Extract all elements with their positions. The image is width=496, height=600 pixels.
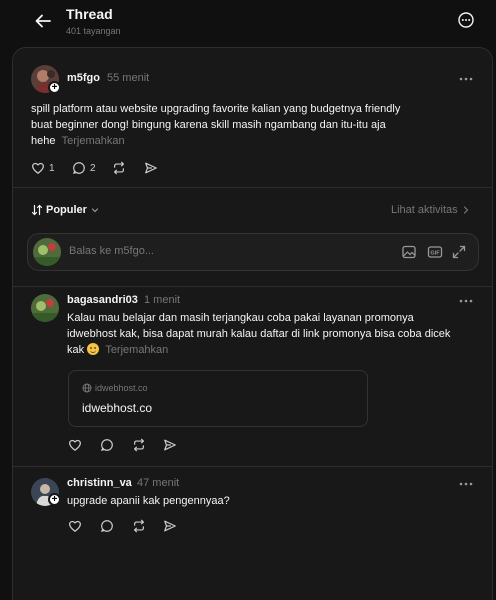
svg-text:GIF: GIF	[430, 251, 440, 257]
reply-composer: GIF	[27, 233, 479, 271]
reply-more-icon[interactable]	[458, 479, 474, 489]
post-text-line3: hehe Terjemahkan	[31, 133, 125, 149]
send-icon	[164, 439, 176, 451]
reply-share-button[interactable]	[163, 519, 177, 533]
back-arrow-icon[interactable]	[33, 11, 53, 31]
thread-panel: + m5fgo 55 menit spill platform atau web…	[12, 47, 493, 600]
like-count: 1	[49, 162, 55, 174]
reply-text-line3-content: kak	[67, 344, 85, 356]
divider	[13, 286, 492, 287]
view-activity-label: Lihat aktivitas	[391, 204, 458, 216]
grin-emoji-icon	[87, 343, 100, 355]
heart-icon	[69, 520, 81, 532]
post-username[interactable]: m5fgo	[67, 72, 100, 84]
more-options-icon[interactable]	[457, 11, 475, 29]
share-button[interactable]	[144, 161, 158, 175]
comment-icon	[101, 520, 113, 532]
reply-comment-button[interactable]	[100, 438, 114, 452]
reply-share-button[interactable]	[163, 438, 177, 452]
reply-repost-button[interactable]	[132, 519, 146, 533]
like-button[interactable]: 1	[31, 161, 55, 175]
view-activity-link[interactable]: Lihat aktivitas	[391, 204, 470, 216]
globe-icon	[82, 383, 92, 393]
comment-icon	[101, 439, 113, 451]
link-domain: idwebhost.co	[95, 383, 148, 393]
post-text-line3-content: hehe	[31, 135, 56, 147]
reply-like-button[interactable]	[68, 519, 82, 533]
post-more-icon[interactable]	[458, 74, 474, 84]
reply-repost-button[interactable]	[132, 438, 146, 452]
repost-button[interactable]	[112, 161, 126, 175]
composer-avatar	[33, 238, 61, 266]
gif-icon[interactable]: GIF	[427, 244, 443, 260]
post-text-line2: buat beginner dong! bingung karena skill…	[31, 119, 386, 131]
send-icon	[145, 162, 157, 174]
heart-icon	[32, 162, 44, 174]
reply-input[interactable]	[69, 245, 389, 257]
post-text-line1: spill platform atau website upgrading fa…	[31, 103, 401, 115]
reply-like-button[interactable]	[68, 438, 82, 452]
repost-icon	[134, 438, 144, 452]
view-count: 401 tayangan	[66, 26, 121, 36]
comment-icon	[73, 162, 85, 174]
reply-text-line1: upgrade apanii kak pengennyaa?	[67, 495, 230, 507]
reply-time: 47 menit	[137, 477, 180, 489]
send-icon	[164, 520, 176, 532]
chevron-right-icon	[463, 206, 469, 214]
expand-icon[interactable]	[451, 244, 467, 260]
reply-text-line2: idwebhost kak, bisa dapat murah kalau da…	[67, 328, 451, 340]
reply-avatar[interactable]	[31, 294, 59, 322]
image-icon[interactable]	[401, 244, 417, 260]
divider	[13, 187, 492, 188]
reply-username[interactable]: bagasandri03	[67, 294, 138, 306]
reply-text-line3: kak Terjemahkan	[67, 342, 168, 358]
reply-more-icon[interactable]	[458, 296, 474, 306]
reply-text-line1: Kalau mau belajar dan masih terjangkau c…	[67, 312, 414, 324]
translate-link[interactable]: Terjemahkan	[105, 344, 168, 356]
follow-plus-icon[interactable]: +	[48, 81, 61, 94]
reply-username[interactable]: christinn_va	[67, 477, 132, 489]
comment-count: 2	[90, 162, 96, 174]
comment-button[interactable]: 2	[72, 161, 96, 175]
page-title: Thread	[66, 6, 113, 22]
post-time: 55 menit	[107, 72, 150, 84]
divider	[13, 466, 492, 467]
chevron-down-icon	[91, 208, 99, 213]
translate-link[interactable]: Terjemahkan	[62, 135, 125, 147]
link-title: idwebhost.co	[82, 401, 153, 415]
link-preview-card[interactable]: idwebhost.co idwebhost.co	[68, 370, 368, 427]
repost-icon	[134, 519, 144, 533]
reply-comment-button[interactable]	[100, 519, 114, 533]
heart-icon	[69, 439, 81, 451]
top-bar: Thread 401 tayangan	[0, 0, 496, 42]
repost-icon	[114, 161, 124, 175]
sort-icon	[31, 204, 43, 216]
follow-plus-icon[interactable]: +	[48, 493, 61, 506]
reply-time: 1 menit	[144, 294, 181, 306]
sort-dropdown[interactable]: Populer	[31, 204, 100, 216]
sort-label: Populer	[46, 204, 87, 216]
